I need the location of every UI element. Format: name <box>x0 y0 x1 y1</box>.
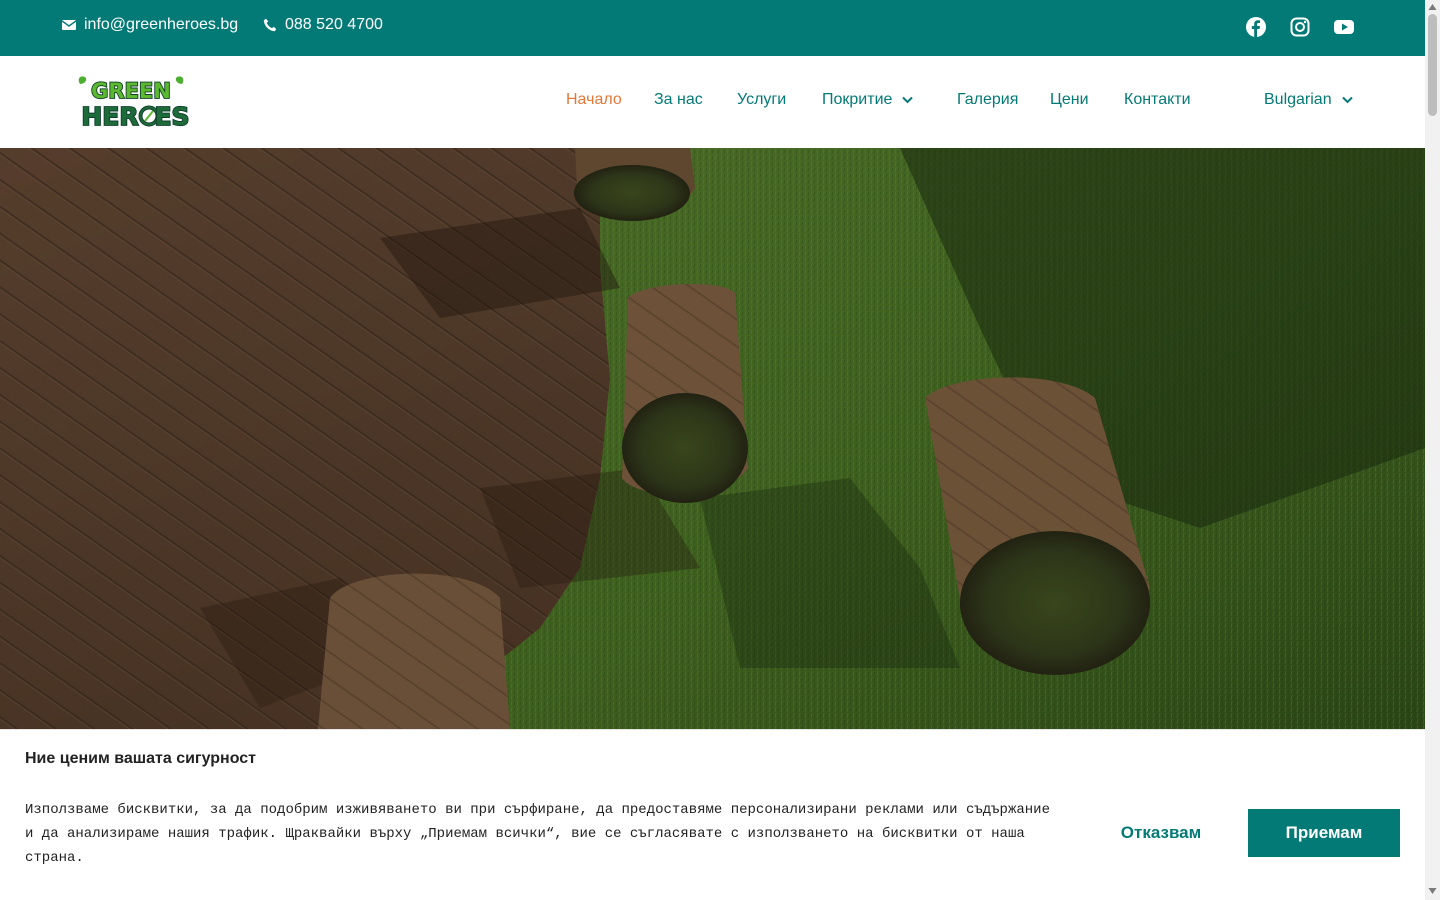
phone-link[interactable]: 088 520 4700 <box>263 16 383 34</box>
scrollbar-track[interactable] <box>1425 0 1440 900</box>
phone-text: 088 520 4700 <box>285 16 383 33</box>
nav-item-label: Начало <box>566 91 622 108</box>
nav-item-home[interactable]: Начало <box>566 91 622 109</box>
language-label: Bulgarian <box>1264 91 1332 108</box>
chevron-down-icon <box>1341 96 1353 104</box>
scroll-up-arrow-icon[interactable] <box>1428 3 1437 11</box>
hero-image <box>0 148 1425 729</box>
cookie-consent-banner: Ние ценим вашата сигурност Използваме би… <box>0 729 1425 900</box>
facebook-icon[interactable] <box>1245 16 1267 38</box>
logo-line1: GREEN <box>91 79 171 103</box>
nav-item-label: Услуги <box>737 91 787 108</box>
nav-item-contacts[interactable]: Контакти <box>1124 91 1191 109</box>
language-selector[interactable]: Bulgarian <box>1264 91 1353 109</box>
nav-item-prices[interactable]: Цени <box>1050 91 1089 109</box>
nav-item-label: Покритие <box>822 91 893 108</box>
nav-item-about[interactable]: За нас <box>654 91 703 109</box>
nav-item-label: Цени <box>1050 91 1089 108</box>
nav-item-label: Галерия <box>957 91 1019 108</box>
envelope-icon <box>62 20 76 30</box>
nav-item-services[interactable]: Услуги <box>737 91 786 109</box>
nav-item-gallery[interactable]: Галерия <box>957 91 1018 109</box>
accept-cookies-button[interactable]: Приемам <box>1248 809 1400 857</box>
nav-item-label: За нас <box>654 91 703 108</box>
decline-cookies-button[interactable]: Отказвам <box>1090 809 1232 857</box>
scroll-down-arrow-icon[interactable] <box>1428 887 1437 895</box>
email-link[interactable]: info@greenheroes.bg <box>62 16 238 34</box>
nav-item-coverage[interactable]: Покритие <box>822 91 914 109</box>
youtube-icon[interactable] <box>1333 16 1355 38</box>
instagram-icon[interactable] <box>1289 16 1311 38</box>
chevron-down-icon <box>902 96 914 104</box>
nav-item-label: Контакти <box>1124 91 1191 108</box>
email-text: info@greenheroes.bg <box>84 16 239 33</box>
main-header: GREEN HER ES Начало За нас Услуги Покрит… <box>0 56 1425 148</box>
green-heroes-logo[interactable]: GREEN HER ES <box>72 74 190 130</box>
scrollbar-thumb[interactable] <box>1428 14 1437 116</box>
logo-line3: ES <box>154 102 189 130</box>
cookie-title: Ние ценим вашата сигурност <box>25 750 257 767</box>
top-bar: info@greenheroes.bg 088 520 4700 <box>0 0 1425 56</box>
logo-line2: HER <box>81 102 138 130</box>
cookie-description: Използваме бисквитки, за да подобрим изж… <box>25 802 1050 866</box>
phone-icon <box>263 18 277 32</box>
